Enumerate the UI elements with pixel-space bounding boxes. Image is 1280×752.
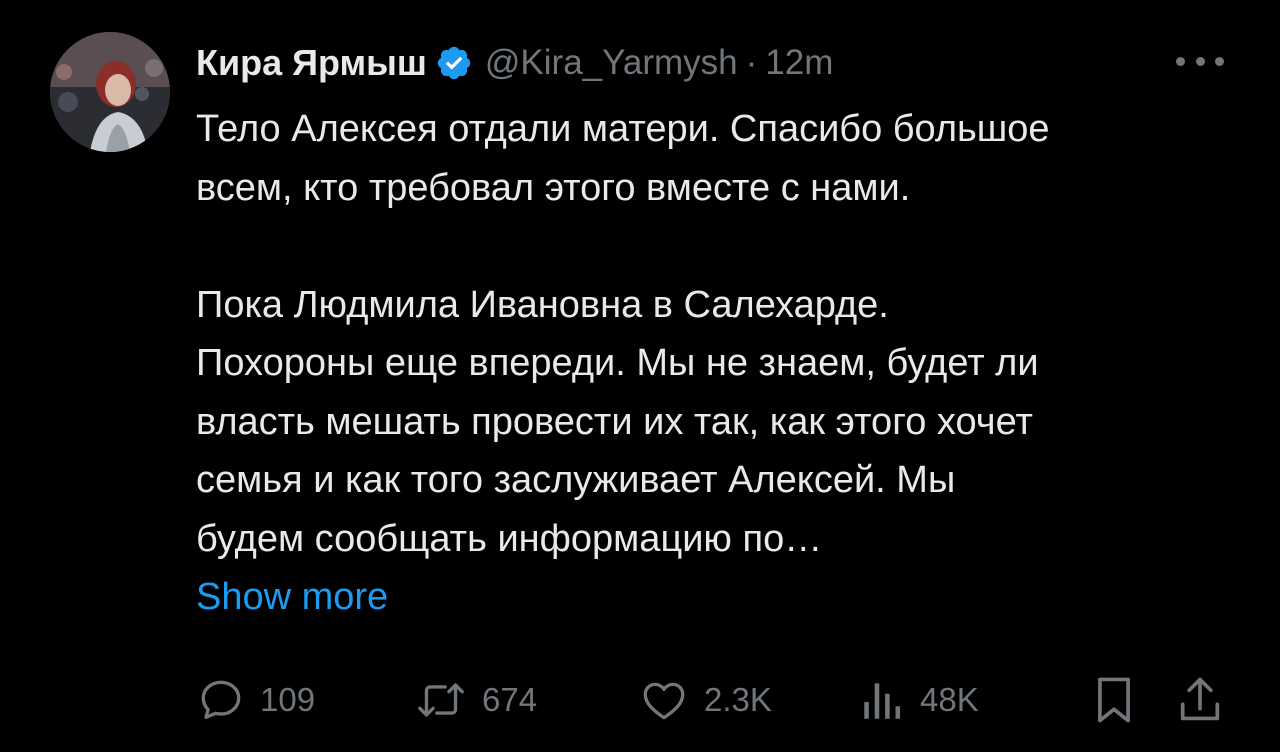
- timestamp[interactable]: 12m: [765, 43, 833, 83]
- action-bar: 109 674 2.3K 48K: [196, 672, 1226, 728]
- heart-icon: [638, 675, 690, 725]
- text-line: Похороны еще впереди. Мы не знаем, будет…: [196, 342, 1039, 384]
- views-button[interactable]: 48K: [860, 672, 979, 728]
- reply-button[interactable]: 109: [196, 672, 315, 728]
- repost-button[interactable]: 674: [414, 672, 537, 728]
- views-count: 48K: [920, 681, 979, 718]
- like-count: 2.3K: [704, 681, 772, 718]
- text-line: будем сообщать информацию по…: [196, 517, 823, 560]
- share-button[interactable]: [1176, 672, 1224, 728]
- reply-count: 109: [260, 681, 316, 718]
- text-line: Тело Алексея отдали матери. Спасибо боль…: [196, 108, 1050, 150]
- author-handle[interactable]: @Kira_Yarmysh: [485, 43, 738, 83]
- text-line: семья и как того заслуживает Алексей. Мы: [196, 459, 956, 501]
- reply-bubble-icon: [196, 675, 246, 725]
- text-line: всем, кто требовал этого вместе с нами.: [196, 166, 911, 209]
- show-more-link[interactable]: Show more: [196, 576, 388, 618]
- bookmark-icon: [1092, 674, 1136, 726]
- like-button[interactable]: 2.3K: [638, 672, 772, 728]
- bookmark-button[interactable]: [1092, 672, 1136, 728]
- repost-arrows-icon: [414, 675, 468, 725]
- text-line: Пока Людмила Ивановна в Салехарде.: [196, 283, 889, 326]
- tweet-header: Кира Ярмыш @Kira_Yarmysh · 12m: [196, 38, 833, 88]
- avatar[interactable]: [50, 32, 170, 152]
- tweet-text: Тело Алексея отдали матери. Спасибо боль…: [196, 100, 1236, 627]
- repost-count: 674: [482, 681, 538, 718]
- avatar-image: [50, 32, 170, 152]
- bar-chart-icon: [860, 675, 906, 725]
- share-upload-icon: [1176, 674, 1224, 726]
- text-line: власть мешать провести их так, как этого…: [196, 400, 1033, 443]
- tweet: Кира Ярмыш @Kira_Yarmysh · 12m Тело Алек…: [0, 0, 1280, 752]
- author-display-name[interactable]: Кира Ярмыш: [196, 42, 427, 84]
- more-dots-icon[interactable]: [1176, 46, 1224, 76]
- separator-dot: ·: [745, 43, 758, 82]
- verified-badge-icon: [435, 44, 473, 82]
